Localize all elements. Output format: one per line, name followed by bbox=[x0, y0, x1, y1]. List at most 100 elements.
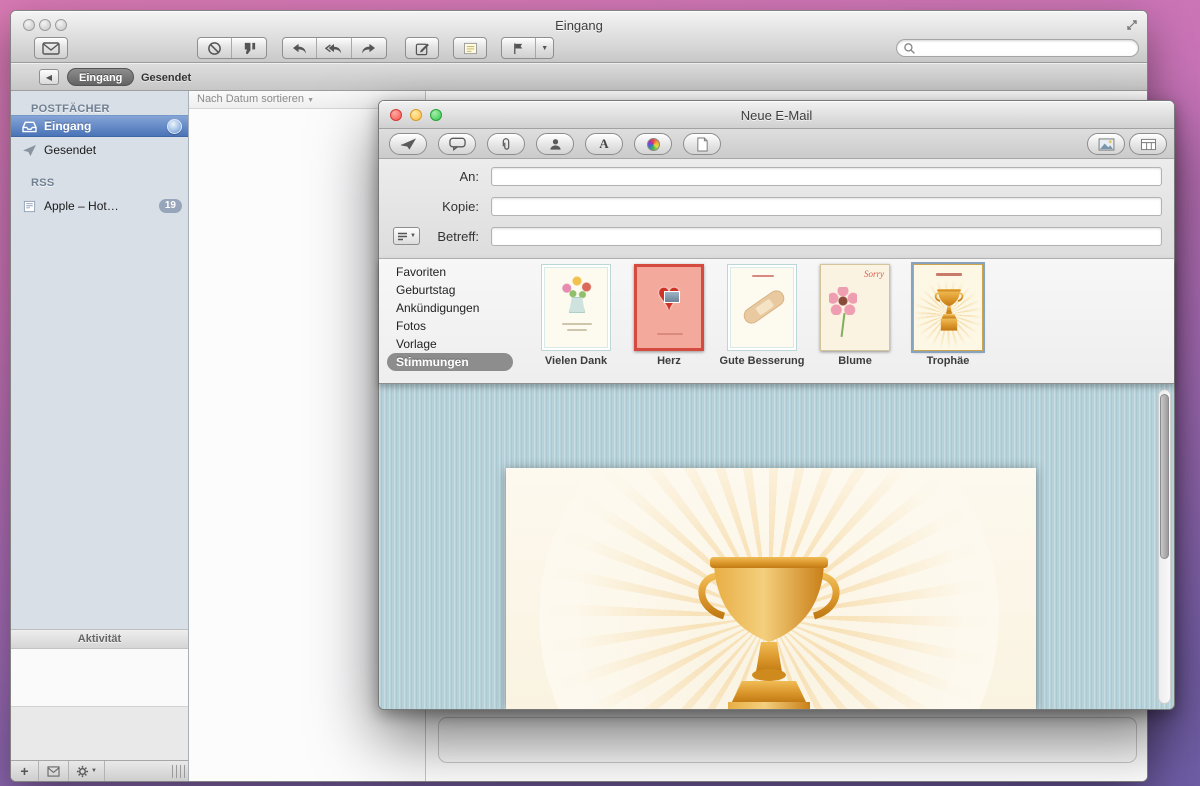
header-fields-menu-button[interactable]: ▼ bbox=[393, 227, 420, 245]
note-icon bbox=[463, 42, 478, 55]
forward-button[interactable] bbox=[352, 38, 386, 58]
header-fields: An: Kopie: Betreff: ▼ bbox=[379, 159, 1174, 259]
to-label: An: bbox=[379, 169, 479, 184]
search-icon bbox=[903, 42, 916, 55]
back-button[interactable]: ◀ bbox=[39, 69, 59, 85]
search-field[interactable] bbox=[896, 39, 1139, 57]
card-text-line bbox=[562, 323, 592, 325]
section-title-postfaecher: POSTFÄCHER bbox=[31, 103, 110, 115]
compose-button[interactable] bbox=[405, 37, 439, 59]
tab-bar: ◀ Eingang Gesendet bbox=[11, 63, 1147, 91]
fonts-icon: A bbox=[599, 136, 608, 152]
back-icon: ◀ bbox=[46, 73, 52, 82]
format-button[interactable] bbox=[683, 133, 721, 155]
stationery-card bbox=[506, 468, 1036, 709]
template-label: Trophäe bbox=[901, 355, 995, 367]
compose-toolbar: A bbox=[379, 129, 1174, 159]
note-button[interactable] bbox=[453, 37, 487, 59]
template-blume[interactable]: Sorry bbox=[820, 264, 890, 351]
action-menu-button[interactable]: ▼ bbox=[69, 761, 105, 781]
feed-label: Apple – Hot… bbox=[44, 199, 119, 213]
category-favoriten[interactable]: Favoriten bbox=[387, 263, 513, 281]
subject-field[interactable] bbox=[491, 227, 1162, 246]
card-text-line bbox=[752, 275, 774, 277]
template-label: Vielen Dank bbox=[529, 355, 623, 367]
reply-all-icon bbox=[325, 42, 343, 55]
activity-area: Aktivität bbox=[11, 629, 188, 760]
photo-browser-button[interactable] bbox=[1087, 133, 1125, 155]
compose-titlebar[interactable]: Neue E-Mail bbox=[379, 101, 1174, 129]
fullscreen-icon[interactable] bbox=[1126, 19, 1138, 31]
flowers-icon bbox=[560, 275, 594, 299]
delete-button[interactable] bbox=[198, 38, 232, 58]
category-stimmungen[interactable]: Stimmungen bbox=[387, 353, 513, 371]
sidebar-item-eingang[interactable]: Eingang bbox=[11, 115, 188, 137]
tab-gesendet[interactable]: Gesendet bbox=[141, 69, 191, 87]
mini-envelope-icon bbox=[47, 766, 60, 777]
mailbox-label: Gesendet bbox=[44, 143, 96, 157]
category-geburtstag[interactable]: Geburtstag bbox=[387, 281, 513, 299]
compose-icon bbox=[415, 41, 430, 56]
thumbs-down-icon bbox=[242, 41, 257, 56]
photo-thumbnail bbox=[664, 291, 680, 303]
category-fotos[interactable]: Fotos bbox=[387, 317, 513, 335]
flower-icon bbox=[829, 287, 857, 315]
paper-plane-icon bbox=[400, 137, 417, 151]
reply-button[interactable] bbox=[283, 38, 317, 58]
address-book-button[interactable] bbox=[536, 133, 574, 155]
prohibit-icon bbox=[207, 41, 222, 56]
card-text-line bbox=[936, 273, 962, 276]
stationery-grid-icon bbox=[1140, 138, 1157, 151]
add-mailbox-button[interactable]: + bbox=[11, 761, 39, 781]
fonts-button[interactable]: A bbox=[585, 133, 623, 155]
stationery-pane: Favoriten Geburtstag Ankündigungen Fotos… bbox=[379, 259, 1174, 384]
chevron-down-icon: ▼ bbox=[91, 768, 97, 774]
window-title: Eingang bbox=[11, 18, 1147, 33]
show-mail-activity-button[interactable] bbox=[39, 761, 69, 781]
chat-button[interactable] bbox=[438, 133, 476, 155]
junk-delete-group bbox=[197, 37, 267, 59]
template-herz[interactable]: ♥ bbox=[634, 264, 704, 351]
trophy-icon bbox=[694, 546, 844, 709]
template-label: Blume bbox=[808, 355, 902, 367]
forward-icon bbox=[360, 42, 377, 55]
sort-arrow-icon: ▼ bbox=[307, 97, 314, 104]
unread-count-badge: 19 bbox=[159, 199, 182, 213]
stationery-button[interactable] bbox=[1129, 133, 1167, 155]
scrollbar-thumb[interactable] bbox=[1160, 394, 1169, 559]
flag-menu-button[interactable]: ▼ bbox=[536, 38, 553, 58]
sidebar-bottom-bar: + ▼ bbox=[11, 760, 188, 781]
flag-button[interactable] bbox=[502, 38, 536, 58]
empty-message-box bbox=[438, 717, 1137, 763]
tab-eingang[interactable]: Eingang bbox=[67, 68, 134, 86]
pane-resize-handle[interactable] bbox=[172, 765, 185, 778]
get-mail-button[interactable] bbox=[34, 37, 68, 59]
inbox-icon bbox=[20, 120, 38, 133]
to-field[interactable] bbox=[491, 167, 1162, 186]
scrollbar-track[interactable] bbox=[1158, 389, 1171, 704]
speech-bubble-icon bbox=[449, 137, 466, 151]
message-body-preview[interactable] bbox=[379, 384, 1174, 709]
flag-icon bbox=[512, 42, 525, 55]
reply-all-button[interactable] bbox=[317, 38, 351, 58]
template-gute-besserung[interactable] bbox=[727, 264, 797, 351]
color-wheel-icon bbox=[647, 138, 660, 151]
vase-icon bbox=[569, 297, 585, 313]
attach-button[interactable] bbox=[487, 133, 525, 155]
cc-field[interactable] bbox=[491, 197, 1162, 216]
category-ankuendigungen[interactable]: Ankündigungen bbox=[387, 299, 513, 317]
flag-group: ▼ bbox=[501, 37, 554, 59]
colors-button[interactable] bbox=[634, 133, 672, 155]
junk-button[interactable] bbox=[232, 38, 266, 58]
template-vielen-dank[interactable] bbox=[541, 264, 611, 351]
mailbox-sidebar: POSTFÄCHER Eingang Gesendet RSS Apple – … bbox=[11, 91, 189, 781]
template-trophae-selected[interactable] bbox=[913, 264, 983, 351]
reply-group bbox=[282, 37, 387, 59]
category-vorlage[interactable]: Vorlage bbox=[387, 335, 513, 353]
desktop-background: Eingang ▼ bbox=[0, 0, 1200, 786]
main-window-chrome[interactable]: Eingang ▼ bbox=[11, 11, 1147, 63]
sidebar-item-gesendet[interactable]: Gesendet bbox=[11, 139, 188, 161]
send-button[interactable] bbox=[389, 133, 427, 155]
stem-icon bbox=[841, 313, 846, 337]
sidebar-item-apple-rss[interactable]: Apple – Hot… 19 bbox=[11, 195, 188, 217]
